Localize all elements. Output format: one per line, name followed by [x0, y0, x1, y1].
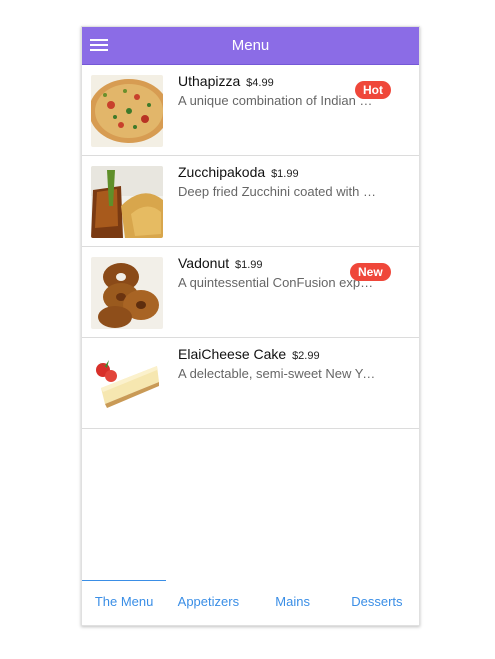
tab-the-menu[interactable]: The Menu	[82, 580, 167, 625]
list-item[interactable]: Vadonut $1.99 A quintessential ConFusion…	[82, 247, 419, 338]
dish-name: Vadonut	[178, 255, 230, 271]
hot-badge: Hot	[355, 81, 391, 99]
list-item[interactable]: Uthapizza $4.99 A unique combination of …	[82, 65, 419, 156]
cheesecake-image	[91, 348, 163, 420]
tab-desserts[interactable]: Desserts	[335, 580, 419, 625]
list-item[interactable]: ElaiCheese Cake $2.99 A delectable, semi…	[82, 338, 419, 429]
dish-name: Uthapizza	[178, 73, 241, 89]
list-item[interactable]: Zucchipakoda $1.99 Deep fried Zucchini c…	[82, 156, 419, 247]
dish-name: ElaiCheese Cake	[178, 346, 287, 362]
dish-description: A quintessential ConFusion experience, i…	[178, 275, 378, 290]
uthapizza-image	[91, 75, 163, 147]
zucchipakoda-image	[91, 166, 163, 238]
dish-description: A unique combination of Indian Uthappam …	[178, 93, 378, 108]
dish-price: $1.99	[235, 259, 263, 271]
header-bar: Menu	[82, 27, 419, 65]
dish-description: Deep fried Zucchini coated with mildly s…	[178, 184, 378, 199]
dish-list: Uthapizza $4.99 A unique combination of …	[82, 65, 419, 429]
dish-price: $1.99	[271, 168, 299, 180]
vadonut-image	[91, 257, 163, 329]
tab-appetizers[interactable]: Appetizers	[166, 580, 250, 625]
dish-price: $2.99	[292, 350, 320, 362]
app-frame: Menu Uthapizza $4.99 A unique combinatio…	[81, 26, 420, 626]
tab-mains[interactable]: Mains	[251, 580, 335, 625]
new-badge: New	[350, 263, 391, 281]
page-title: Menu	[231, 37, 270, 54]
dish-description: A delectable, semi-sweet New York Style …	[178, 366, 378, 381]
dish-name: Zucchipakoda	[178, 164, 266, 180]
dish-price: $4.99	[246, 77, 274, 89]
bottom-tab-bar: The Menu Appetizers Mains Desserts	[82, 580, 419, 625]
